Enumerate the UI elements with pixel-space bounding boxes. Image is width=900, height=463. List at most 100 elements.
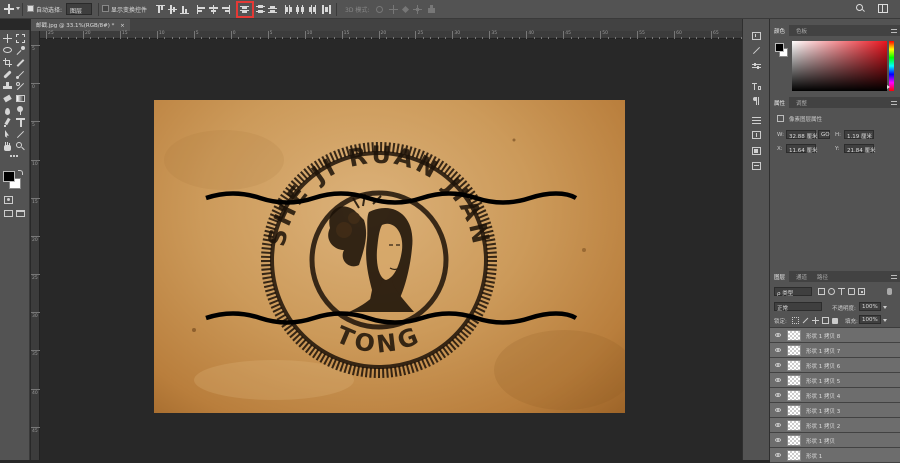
distribute-vertical-centers-icon[interactable] [256,5,265,14]
3d-rotate-icon[interactable] [375,5,384,14]
foreground-color-swatch[interactable] [3,171,15,182]
foreground-color-swatch[interactable] [775,43,784,52]
auto-align-layers-icon[interactable] [322,5,331,14]
adjustments-icon[interactable] [752,63,761,71]
lock-image-icon[interactable] [802,317,809,324]
workspace-icon[interactable] [878,4,888,13]
filter-pixel-icon[interactable] [818,288,825,295]
visibility-eye-icon[interactable] [775,333,781,337]
layer-row[interactable]: 形状 1 拷贝 2 [770,418,900,433]
screen-mode-icon[interactable] [16,210,25,217]
layer-row[interactable]: 形状 1 拷贝 3 [770,403,900,418]
visibility-eye-icon[interactable] [775,423,781,427]
hand-tool-icon[interactable] [3,142,12,151]
align-right-edges-icon[interactable] [221,5,230,14]
hue-slider-handle[interactable] [887,85,890,89]
type-tool-icon[interactable] [16,118,25,127]
clone-stamp-tool-icon[interactable] [3,82,12,91]
paragraph-icon[interactable] [752,97,761,105]
auto-select-checkbox[interactable] [27,5,34,12]
move-tool-icon[interactable] [4,4,14,14]
3d-scale-icon[interactable] [427,5,436,14]
distribute-horizontal-centers-icon[interactable] [296,5,305,14]
dodge-tool-icon[interactable] [16,106,25,115]
distribute-bottom-edges-icon[interactable] [268,5,277,14]
align-horizontal-centers-icon[interactable] [209,5,218,14]
distribute-left-edges-icon[interactable] [284,5,293,14]
opacity-dropdown-icon[interactable] [883,306,887,309]
eraser-tool-icon[interactable] [3,94,12,103]
lock-all-icon[interactable] [832,318,838,324]
shape-tool-icon[interactable] [16,130,25,139]
visibility-eye-icon[interactable] [775,378,781,382]
3d-slide-icon[interactable] [413,5,422,14]
visibility-eye-icon[interactable] [775,363,781,367]
filter-toggle[interactable] [887,288,892,295]
layer-row[interactable]: 形状 1 拷贝 5 [770,373,900,388]
panel-menu-icon[interactable] [891,101,897,105]
brush-settings-icon[interactable] [752,46,761,55]
tab-color[interactable]: 颜色 [770,25,790,36]
marquee-tool-icon[interactable] [16,34,25,43]
show-transform-checkbox[interactable] [102,5,109,12]
pen-tool-icon[interactable] [3,117,12,127]
layer-filter-dropdown[interactable]: ρ 类型 [774,287,812,297]
move-tool-icon[interactable] [3,34,12,43]
visibility-eye-icon[interactable] [775,393,781,397]
crop-tool-icon[interactable] [3,58,12,67]
tab-layers[interactable]: 图层 [770,271,790,282]
layer-row[interactable]: 形状 1 [770,448,900,463]
layer-row[interactable]: 形状 1 拷贝 6 [770,358,900,373]
blur-tool-icon[interactable] [3,106,12,115]
filter-adjustment-icon[interactable] [828,288,835,295]
document-tab[interactable]: 邮戳.jpg @ 33.1%(RGB/8#) * × [31,19,130,31]
search-icon[interactable] [856,4,865,13]
gradient-tool-icon[interactable] [16,94,25,103]
libraries-icon[interactable] [752,147,761,155]
tab-properties[interactable]: 属性 [770,97,790,108]
lasso-tool-icon[interactable] [3,46,12,55]
quick-mask-icon[interactable] [4,196,13,204]
zoom-tool-icon[interactable] [16,142,25,151]
distribute-right-edges-icon[interactable] [308,5,317,14]
blend-mode-dropdown[interactable]: 正常 [774,302,822,312]
history-icon[interactable] [752,32,761,40]
width-field[interactable]: 32.88 厘米 [786,130,818,140]
lock-artboard-icon[interactable] [822,317,829,324]
healing-brush-tool-icon[interactable] [3,70,12,79]
history-brush-tool-icon[interactable] [16,82,25,91]
fill-dropdown-icon[interactable] [883,319,887,322]
color-spectrum-field[interactable] [792,41,887,91]
panel-menu-icon[interactable] [891,29,897,33]
filter-shape-icon[interactable] [848,288,855,295]
layer-row[interactable]: 形状 1 拷贝 4 [770,388,900,403]
3d-roll-icon[interactable] [389,5,398,14]
info-icon[interactable] [752,131,761,139]
align-left-edges-icon[interactable] [197,5,206,14]
opacity-field[interactable]: 100% [859,302,881,311]
link-dimensions-button[interactable]: GO [818,130,830,139]
screen-mode-icon[interactable] [4,210,13,217]
navigator-icon[interactable] [752,162,761,170]
tab-paths[interactable]: 路径 [813,271,832,282]
tab-channels[interactable]: 通道 [792,271,811,282]
3d-pan-icon[interactable] [401,5,410,14]
tab-swatches[interactable]: 色板 [792,25,811,36]
close-icon[interactable]: × [120,23,125,29]
quick-select-tool-icon[interactable] [16,46,25,55]
brush-tool-icon[interactable] [16,70,25,79]
path-selection-tool-icon[interactable] [3,130,12,139]
swap-colors-icon[interactable] [18,170,23,175]
properties-icon[interactable] [752,117,761,125]
filter-smart-object-icon[interactable] [858,288,865,295]
layer-row[interactable]: 形状 1 拷贝 [770,433,900,448]
panel-menu-icon[interactable] [891,275,897,279]
tab-adjustments[interactable]: 调整 [792,97,811,108]
document-image[interactable]: SHE JI RUAN JIAN TONG [154,100,625,413]
lock-transparent-icon[interactable] [792,317,799,324]
visibility-eye-icon[interactable] [775,453,781,457]
align-vertical-centers-icon[interactable] [168,5,177,14]
visibility-eye-icon[interactable] [775,438,781,442]
height-field[interactable]: 1.19 厘米 [844,130,874,140]
layer-row[interactable]: 形状 1 拷贝 7 [770,343,900,358]
